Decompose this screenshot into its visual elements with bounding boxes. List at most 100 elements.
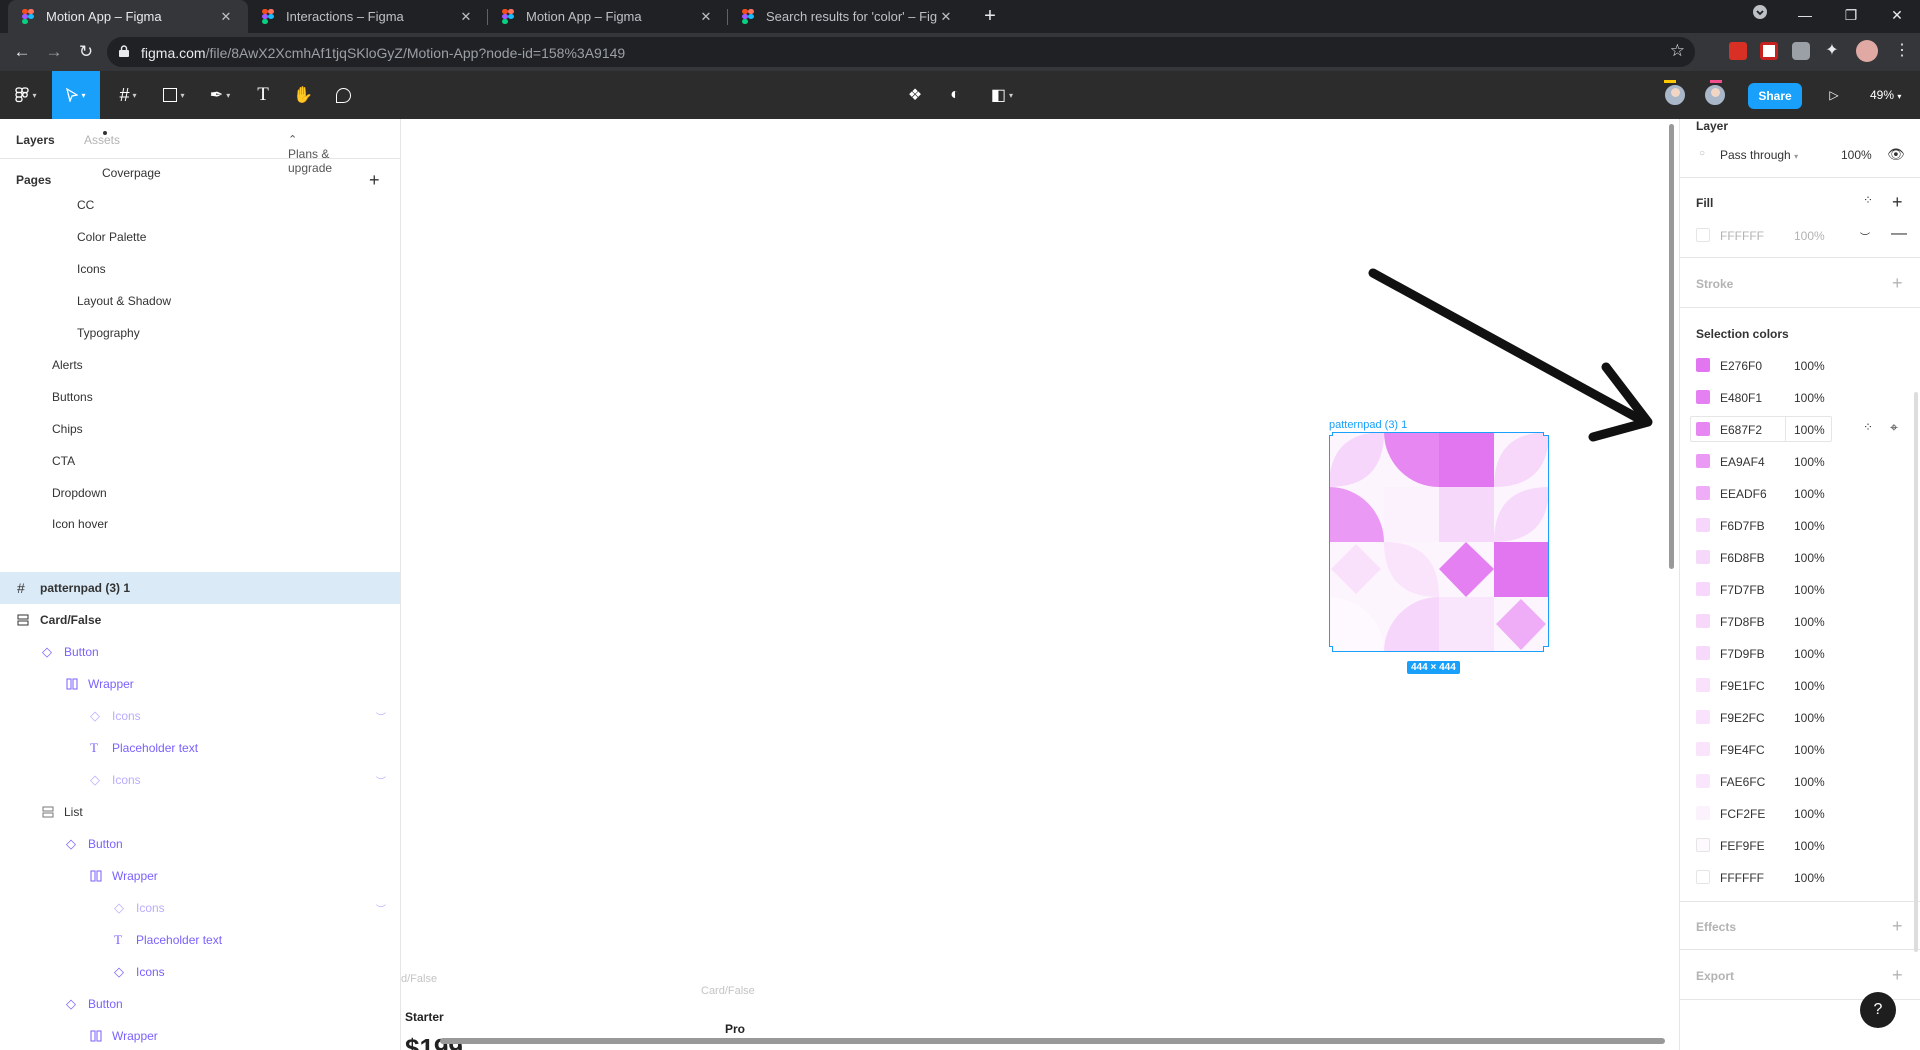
selection-color-row[interactable]: F6D8FB 100% <box>1680 541 1920 573</box>
move-tool-button[interactable]: ▾ <box>52 71 100 119</box>
tab-assets[interactable]: Assets <box>84 133 120 147</box>
selection-color-row[interactable]: F9E1FC 100% <box>1680 669 1920 701</box>
color-hex[interactable]: F6D8FB <box>1720 551 1765 565</box>
color-swatch[interactable] <box>1696 614 1710 628</box>
fill-hex[interactable]: FFFFFF <box>1720 229 1764 243</box>
card-frame-label[interactable]: d/False <box>401 973 437 985</box>
pattern-image[interactable] <box>1329 432 1549 652</box>
page-item[interactable]: Color Palette <box>0 221 400 253</box>
canvas-horizontal-scrollbar[interactable] <box>440 1038 1665 1044</box>
layer-row[interactable]: T Placeholder text <box>0 732 400 764</box>
tab-search-icon[interactable] <box>1737 0 1783 33</box>
color-hex[interactable]: E276F0 <box>1720 359 1762 373</box>
zoom-dropdown[interactable]: 49% ▾ <box>1870 88 1901 102</box>
selection-color-row[interactable]: F6D7FB 100% <box>1680 509 1920 541</box>
color-hex[interactable]: EEADF6 <box>1720 487 1767 501</box>
selection-color-row[interactable]: FEF9FE 100% <box>1680 829 1920 861</box>
close-tab-icon[interactable]: ✕ <box>458 9 474 25</box>
close-tab-icon[interactable]: ✕ <box>698 9 714 25</box>
color-swatch[interactable] <box>1696 806 1710 820</box>
color-swatch[interactable] <box>1696 742 1710 756</box>
collaborator-avatar[interactable] <box>1663 83 1687 107</box>
layer-row[interactable]: Wrapper <box>0 860 400 892</box>
color-opacity[interactable]: 100% <box>1794 615 1825 629</box>
page-item[interactable]: Buttons <box>0 381 400 413</box>
canvas-vertical-scrollbar[interactable] <box>1669 124 1674 569</box>
selection-color-row[interactable]: FAE6FC 100% <box>1680 765 1920 797</box>
color-opacity[interactable]: 100% <box>1794 519 1825 533</box>
bookmark-star-icon[interactable]: ☆ <box>1670 41 1685 61</box>
add-effect-icon[interactable]: + <box>1892 917 1903 935</box>
text-tool-button[interactable]: T <box>248 71 278 119</box>
layer-row[interactable]: ◇ Icons <box>0 956 400 988</box>
page-item[interactable]: Chips <box>0 413 400 445</box>
selection-color-row[interactable]: F9E2FC 100% <box>1680 701 1920 733</box>
page-item[interactable]: CC <box>0 189 400 221</box>
selection-color-row[interactable]: F7D7FB 100% <box>1680 573 1920 605</box>
fill-swatch[interactable] <box>1696 228 1710 242</box>
share-button[interactable]: Share <box>1748 83 1802 109</box>
user-avatar[interactable] <box>1703 83 1727 107</box>
reload-icon[interactable]: ↻ <box>74 40 98 64</box>
color-hex[interactable]: F7D9FB <box>1720 647 1765 661</box>
color-hex[interactable]: FFFFFF <box>1720 871 1764 885</box>
hidden-eye-icon[interactable]: ︶ <box>1860 229 1870 244</box>
profile-avatar[interactable] <box>1856 40 1878 62</box>
color-hex[interactable]: F9E1FC <box>1720 679 1765 693</box>
layer-row[interactable]: Wrapper <box>0 668 400 700</box>
browser-tab-1[interactable]: Motion App – Figma ✕ <box>8 0 248 33</box>
color-swatch[interactable] <box>1696 710 1710 724</box>
layer-row[interactable]: Wrapper <box>0 1020 400 1050</box>
layer-row[interactable]: List <box>0 796 400 828</box>
close-window-icon[interactable]: ✕ <box>1874 0 1920 33</box>
mask-button[interactable]: ◐ <box>940 71 970 119</box>
page-item[interactable]: Layout & Shadow <box>0 285 400 317</box>
selection-color-row[interactable]: F7D8FB 100% <box>1680 605 1920 637</box>
color-opacity[interactable]: 100% <box>1794 455 1825 469</box>
add-fill-icon[interactable]: + <box>1892 193 1903 211</box>
selection-color-row[interactable]: E276F0 100% <box>1680 349 1920 381</box>
selection-color-row[interactable]: EA9AF4 100% <box>1680 445 1920 477</box>
remove-fill-icon[interactable]: — <box>1891 225 1907 243</box>
color-hex[interactable]: F6D7FB <box>1720 519 1765 533</box>
present-button[interactable]: ▷ <box>1820 71 1848 119</box>
page-item[interactable]: Icons <box>0 253 400 285</box>
color-opacity[interactable]: 100% <box>1794 423 1825 437</box>
selection-color-row[interactable]: E687F2 100% ⁘ ⌖ <box>1680 413 1920 445</box>
layer-row[interactable]: ◇ Button <box>0 636 400 668</box>
extension-icon[interactable] <box>1729 42 1747 60</box>
color-swatch[interactable] <box>1696 390 1710 404</box>
color-opacity[interactable]: 100% <box>1794 359 1825 373</box>
new-tab-icon[interactable]: + <box>978 5 1002 29</box>
selection-color-row[interactable]: F9E4FC 100% <box>1680 733 1920 765</box>
visibility-eye-icon[interactable]: 👁 <box>1887 146 1905 163</box>
browser-tab-3[interactable]: Motion App – Figma ✕ <box>488 0 728 33</box>
browser-tab-2[interactable]: Interactions – Figma ✕ <box>248 0 488 33</box>
forward-icon[interactable]: → <box>42 40 66 64</box>
browser-menu-icon[interactable]: ⋮ <box>1893 42 1911 60</box>
layer-row[interactable]: ◇ Button <box>0 988 400 1020</box>
url-box[interactable]: figma.com/file/8AwX2XcmhAf1tjqSKloGyZ/Mo… <box>107 37 1695 67</box>
page-item[interactable]: CTA <box>0 445 400 477</box>
layer-row[interactable]: ◇ Icons ︶ <box>0 892 400 924</box>
selection-color-row[interactable]: FFFFFF 100% <box>1680 861 1920 893</box>
color-hex[interactable]: EA9AF4 <box>1720 455 1765 469</box>
help-button[interactable]: ? <box>1860 992 1896 1028</box>
color-opacity[interactable]: 100% <box>1794 807 1825 821</box>
color-swatch[interactable] <box>1696 454 1710 468</box>
main-menu-button[interactable]: ▾ <box>0 71 52 119</box>
minimize-icon[interactable]: — <box>1782 0 1828 33</box>
select-matching-target-icon[interactable]: ⌖ <box>1890 419 1898 436</box>
puzzle-extensions-icon[interactable]: ✦ <box>1823 42 1841 60</box>
layer-row[interactable]: Card/False <box>0 604 400 636</box>
color-opacity[interactable]: 100% <box>1794 647 1825 661</box>
components-button[interactable]: ❖ <box>900 71 930 119</box>
selection-color-row[interactable]: F7D9FB 100% <box>1680 637 1920 669</box>
color-opacity[interactable]: 100% <box>1794 711 1825 725</box>
tab-layers[interactable]: Layers <box>16 133 55 147</box>
color-hex[interactable]: E687F2 <box>1720 423 1762 437</box>
blend-mode-dropdown[interactable]: Pass through ▾ <box>1720 148 1798 162</box>
color-swatch[interactable] <box>1696 550 1710 564</box>
comment-tool-button[interactable] <box>328 71 358 119</box>
camera-extension-icon[interactable] <box>1792 42 1810 60</box>
